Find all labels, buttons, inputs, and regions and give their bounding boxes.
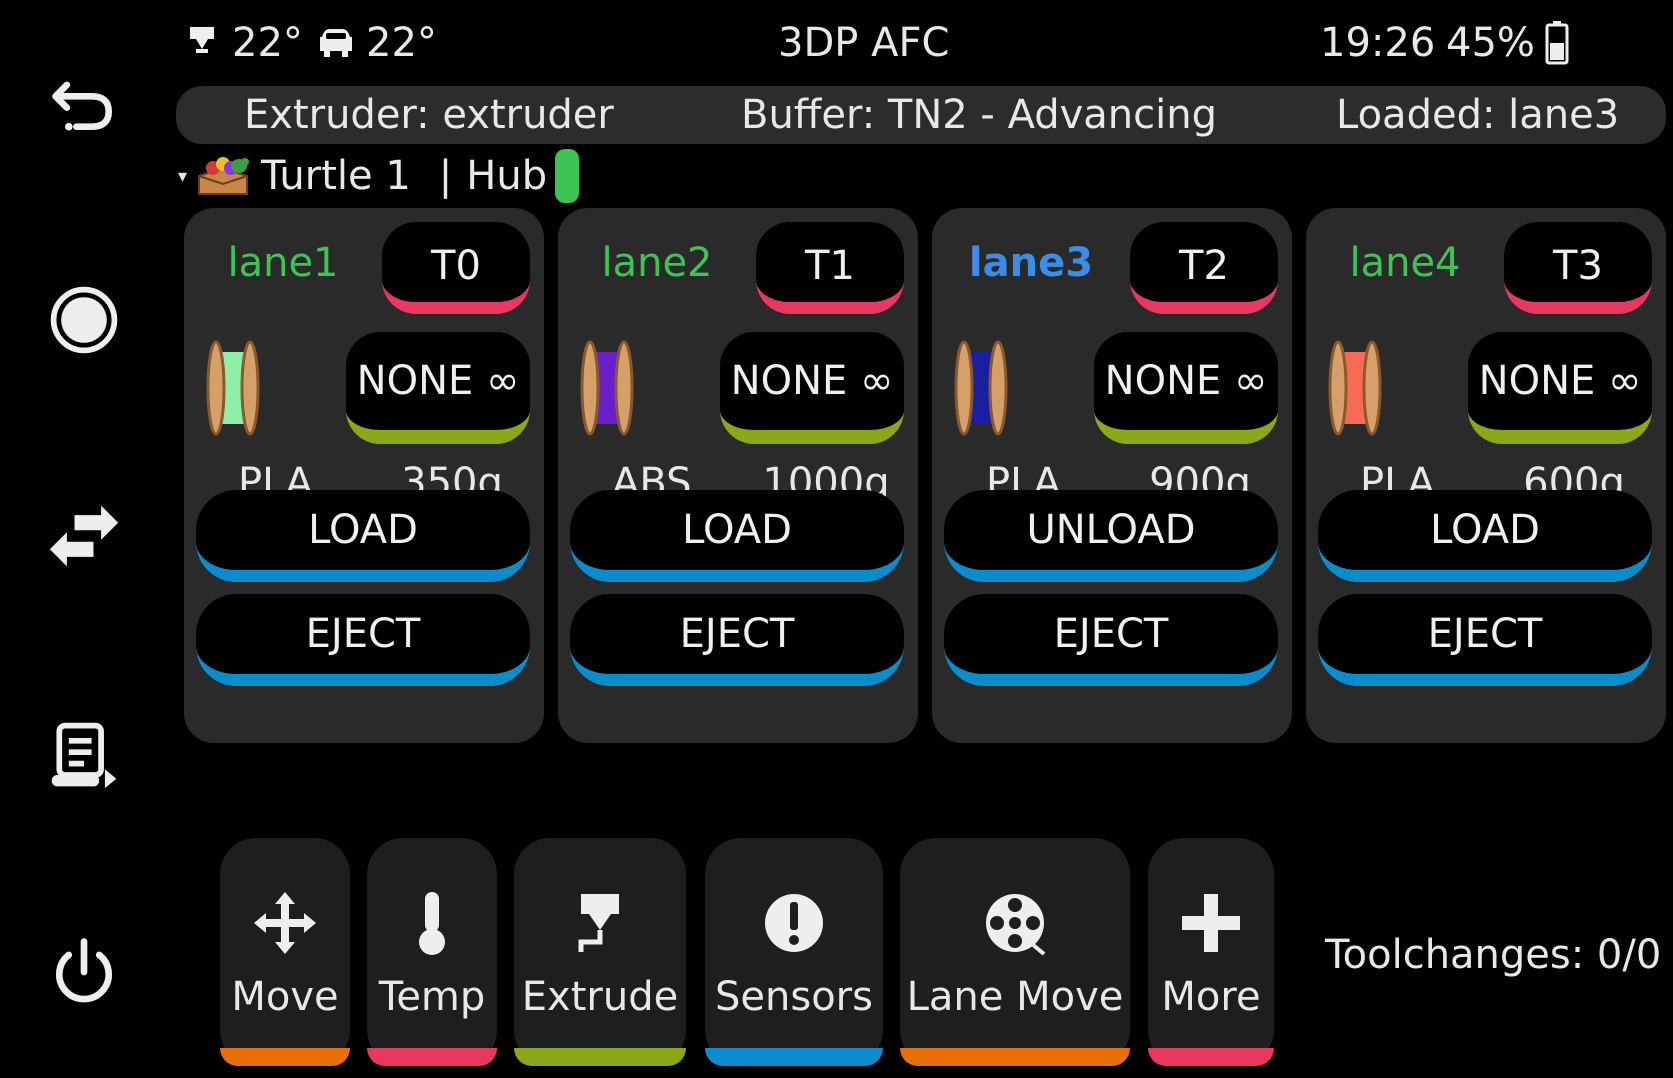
bed-temp[interactable]: 22° [316,20,437,66]
sensors-button[interactable]: Sensors [705,838,883,1066]
extruder-temp-value: 22° [232,20,303,66]
temp-button[interactable]: Temp [367,838,497,1066]
printer-title: 3DP AFC [778,20,949,66]
lane-move-button[interactable]: Lane Move [900,838,1130,1066]
loaded-info: Loaded: lane3 [1336,92,1620,138]
load-unload-button[interactable]: LOAD [1318,490,1652,582]
status-button[interactable] [34,270,134,370]
power-button[interactable] [34,922,134,1022]
spool-icon[interactable] [952,338,1008,438]
plus-icon [1182,894,1240,952]
alert-circle-icon [765,894,823,952]
thermometer-icon [419,892,445,955]
lane-name[interactable]: lane4 [1330,240,1480,286]
unit-separator: | [438,153,453,199]
toolbar-accent-bar [367,1048,497,1066]
move-button[interactable]: Move [220,838,350,1066]
buffer-info: Buffer: TN2 - Advancing [741,92,1217,138]
toolbar-label: Extrude [521,974,679,1020]
tool-assignment-button[interactable]: T3 [1504,222,1652,314]
toolbar-label: Sensors [715,974,873,1020]
status-circle-icon [50,286,118,354]
bed-icon [320,29,352,57]
toolbar-accent-bar [514,1048,686,1066]
load-unload-button[interactable]: UNLOAD [944,490,1278,582]
extruder-info: Extruder: extruder [244,92,614,138]
toolbar-label: Move [231,974,339,1020]
battery-text: 45% [1446,20,1535,66]
eject-button[interactable]: EJECT [944,594,1278,686]
eject-button[interactable]: EJECT [1318,594,1652,686]
lane-name[interactable]: lane2 [582,240,732,286]
unit-name: Turtle 1 [261,153,411,199]
tool-assignment-button[interactable]: T2 [1130,222,1278,314]
tool-assignment-button[interactable]: T1 [756,222,904,314]
clock-text: 19:26 [1320,20,1436,66]
lane-card-lane2: lane2 T1 NONE ∞ ABS 1000g LOAD EJECT [558,208,918,743]
bed-temp-value: 22° [366,20,437,66]
toolbar-accent-bar [705,1048,883,1066]
battery-icon [1545,21,1569,65]
back-button[interactable] [34,52,134,152]
spoolman-mapping-button[interactable]: NONE ∞ [1468,332,1652,444]
extrude-button[interactable]: Extrude [514,838,686,1066]
collapse-arrow-icon[interactable]: ▾ [178,166,187,187]
toolbar-label: Temp [378,974,486,1020]
print-list-button[interactable] [34,706,134,806]
print-list-icon [51,722,117,789]
extruder-icon [190,27,214,53]
spool-reel-icon [986,894,1046,956]
move-arrows-icon [254,892,316,954]
status-bar: 22° 22° 3DP AFC 19:26 45% [168,0,1673,86]
eject-button[interactable]: EJECT [196,594,530,686]
spoolman-mapping-button[interactable]: NONE ∞ [1094,332,1278,444]
toolbar-accent-bar [1148,1048,1274,1066]
toolbar-accent-bar [900,1048,1130,1066]
load-unload-button[interactable]: LOAD [570,490,904,582]
power-icon [56,938,112,1003]
unit-header[interactable]: ▾ Turtle 1 | Hub [178,148,580,204]
spoolman-mapping-button[interactable]: NONE ∞ [720,332,904,444]
printer-title-text: 3DP AFC [778,20,950,66]
afc-info-bar: Extruder: extruder Buffer: TN2 - Advanci… [176,86,1666,144]
lane-card-lane1: lane1 T0 NONE ∞ PLA 350g LOAD EJECT [184,208,544,743]
toolbar-label: More [1161,974,1261,1020]
toolbar-label: Lane Move [906,974,1124,1020]
spool-icon[interactable] [204,338,260,438]
lane-name[interactable]: lane1 [208,240,358,286]
swap-button[interactable] [34,486,134,586]
spoolman-mapping-button[interactable]: NONE ∞ [346,332,530,444]
side-navigation [0,0,168,1078]
clock: 19:26 [1320,20,1435,66]
battery: 45% [1446,20,1569,66]
more-button[interactable]: More [1148,838,1274,1066]
back-icon [52,81,113,131]
spool-icon[interactable] [578,338,634,438]
hub-label: Hub [466,153,548,199]
spool-icon[interactable] [1326,338,1382,438]
load-unload-button[interactable]: LOAD [196,490,530,582]
tool-assignment-button[interactable]: T0 [382,222,530,314]
swap-arrows-icon [49,505,119,567]
lane-card-lane4: lane4 T3 NONE ∞ PLA 600g LOAD EJECT [1306,208,1666,743]
extruder-icon [578,894,619,952]
extruder-temp[interactable]: 22° [182,20,303,66]
toolchanges-counter: Toolchanges: 0/0 [1325,932,1662,978]
toolbar-accent-bar [220,1048,350,1066]
eject-button[interactable]: EJECT [570,594,904,686]
lane-card-lane3: lane3 T2 NONE ∞ PLA 900g UNLOAD EJECT [932,208,1292,743]
lane-name[interactable]: lane3 [956,240,1106,286]
hub-status-indicator [555,149,580,203]
turtle-box-icon [198,157,250,195]
